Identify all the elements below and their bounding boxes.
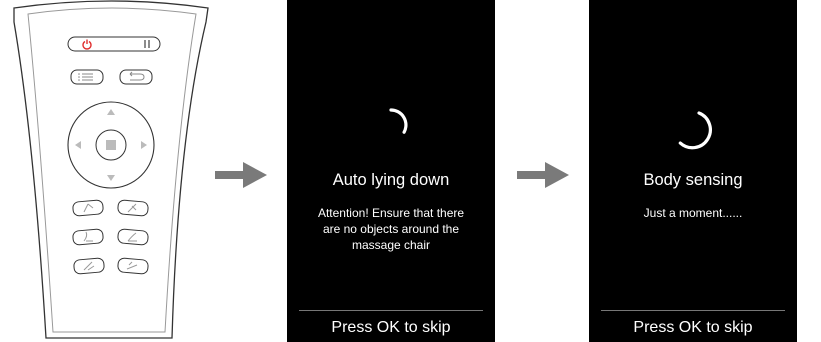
skip-prompt[interactable]: Press OK to skip <box>589 319 797 337</box>
spinner-arc <box>678 111 712 150</box>
leg-rest-down-button[interactable] <box>117 257 149 275</box>
ok-stop-icon[interactable] <box>106 140 116 150</box>
spinner-arc <box>389 108 408 134</box>
direction-pad <box>67 101 155 189</box>
message-line: Just a moment...... <box>643 206 743 220</box>
divider <box>601 310 785 311</box>
message-line: are no objects around the <box>322 222 460 236</box>
backrest-up-button[interactable] <box>72 228 104 246</box>
screen-title: Auto lying down <box>332 171 450 189</box>
flow-arrow-right-icon <box>215 162 267 188</box>
menu-button[interactable] <box>70 69 104 85</box>
back-button[interactable] <box>119 69 153 85</box>
screen-auto-lying-down: Auto lying down Attention! Ensure that t… <box>287 0 495 342</box>
recline-down-button[interactable] <box>117 199 149 217</box>
backrest-down-button[interactable] <box>117 228 149 246</box>
remote-control <box>13 0 209 339</box>
screen-message: Attention! Ensure that there are no obje… <box>297 205 485 253</box>
screen-title: Body sensing <box>643 171 743 189</box>
message-line: Attention! Ensure that there <box>317 206 465 220</box>
loading-spinner-icon <box>389 108 408 134</box>
screen-body-sensing: Body sensing Just a moment...... Press O… <box>589 0 797 342</box>
loading-spinner-icon <box>678 111 712 150</box>
leg-rest-up-button[interactable] <box>73 257 105 275</box>
flow-arrow-right-icon <box>517 162 569 188</box>
message-line: massage chair <box>351 238 431 252</box>
screen-message: Just a moment...... <box>599 205 787 221</box>
skip-prompt[interactable]: Press OK to skip <box>287 319 495 337</box>
power-pause-bar <box>67 36 161 52</box>
recline-up-button[interactable] <box>72 199 104 217</box>
divider <box>299 310 483 311</box>
